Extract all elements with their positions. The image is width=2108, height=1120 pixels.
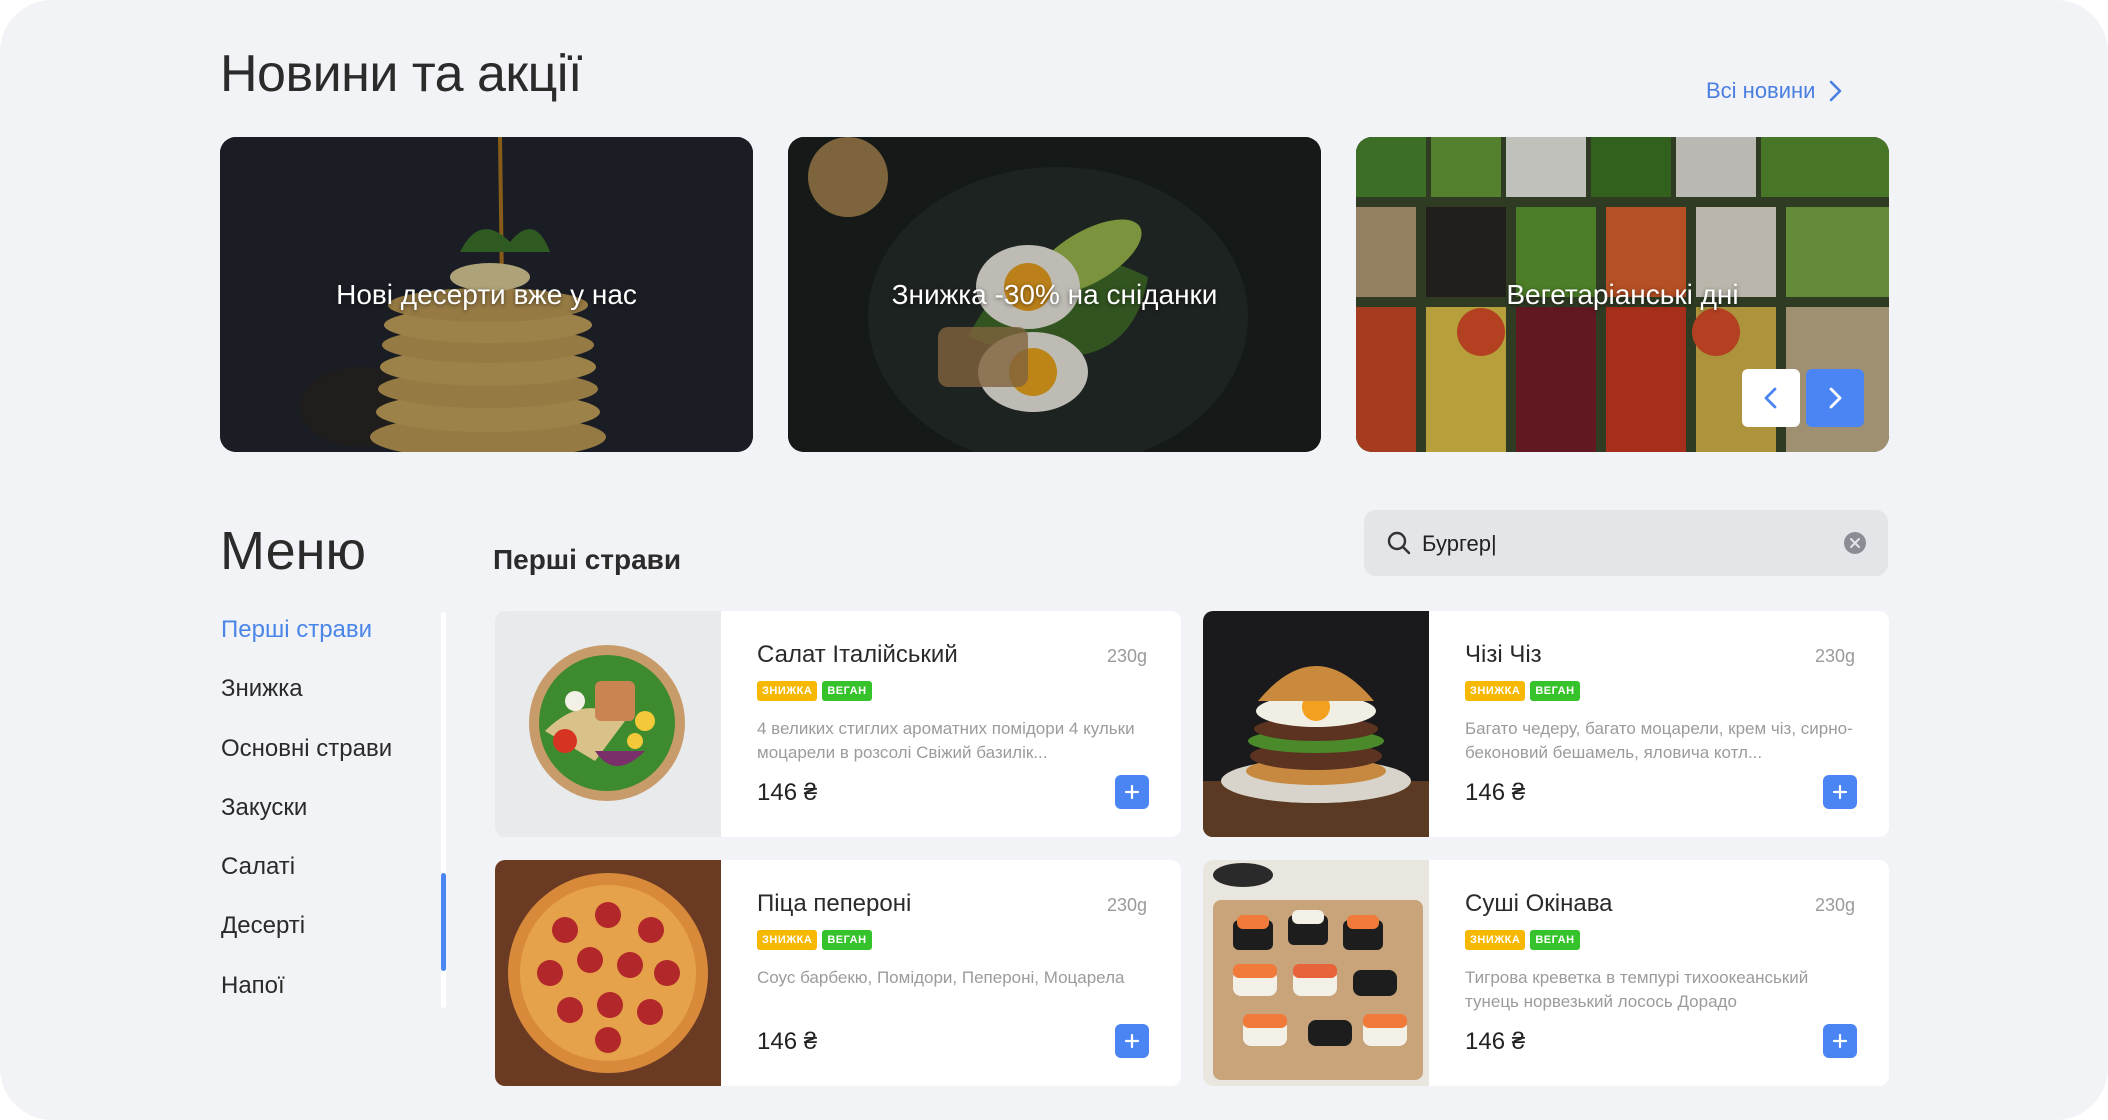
dish-description: Соус барбекю, Помідори, Пепероні, Моцаре… [757, 968, 1125, 987]
category-drinks[interactable]: Напої [221, 972, 285, 1000]
search-input[interactable] [1420, 524, 1824, 564]
dish-price: 146 ₴ [1465, 1028, 1526, 1055]
clear-icon [1850, 538, 1860, 548]
dish-name: Салат Італійський [757, 641, 958, 668]
tag-sale: ЗНИЖКА [757, 681, 818, 701]
promo-label: Нові десерти вже у нас [336, 278, 637, 310]
dish-tags: ЗНИЖКА ВЕГАН [1465, 930, 1580, 950]
dish-tags: ЗНИЖКА ВЕГАН [1465, 681, 1580, 701]
news-title: Новини та акції [220, 45, 582, 103]
promo-card-desserts[interactable]: Нові десерти вже у нас [220, 137, 753, 452]
dish-weight: 230g [1814, 646, 1855, 666]
add-to-cart-button[interactable] [1115, 775, 1149, 809]
dish-price: 146 ₴ [757, 779, 818, 806]
dish-price: 146 ₴ [757, 1028, 818, 1055]
section-title: Перші страви [493, 544, 682, 575]
dish-weight: 230g [1106, 895, 1147, 915]
menu-title: Меню [220, 521, 366, 581]
search-bar [1364, 510, 1888, 576]
dish-weight: 230g [1814, 895, 1855, 915]
plus-icon [1124, 1033, 1140, 1049]
app-frame: Новини та акції Всі новини Нові десерти … [0, 0, 2108, 1120]
dish-tags: ЗНИЖКА ВЕГАН [757, 681, 872, 701]
dish-description: 4 великих стиглих ароматних помідори 4 к… [757, 719, 1135, 762]
dish-image [495, 611, 721, 837]
dish-weight: 230g [1106, 646, 1147, 666]
category-desserts[interactable]: Десерті [221, 912, 305, 940]
carousel-prev-button[interactable] [1742, 369, 1800, 427]
tag-vegan: ВЕГАН [822, 930, 872, 950]
carousel-next-button[interactable] [1806, 369, 1864, 427]
tag-sale: ЗНИЖКА [757, 930, 818, 950]
tag-sale: ЗНИЖКА [1465, 930, 1526, 950]
dish-card[interactable]: Чізі Чіз 230g ЗНИЖКА ВЕГАН Багато чедеру… [1203, 611, 1889, 837]
dish-image [1203, 611, 1429, 837]
dish-image [495, 860, 721, 1086]
dish-tags: ЗНИЖКА ВЕГАН [757, 930, 872, 950]
dish-card[interactable]: Суші Окінава 230g ЗНИЖКА ВЕГАН Тигрова к… [1203, 860, 1889, 1086]
tag-vegan: ВЕГАН [822, 681, 872, 701]
dish-description: Тигрова креветка в темпурі тихоокеанськи… [1465, 968, 1809, 1011]
dish-name: Суші Окінава [1465, 890, 1613, 917]
category-scrollbar-thumb[interactable] [441, 873, 446, 971]
dish-image [1203, 860, 1429, 1086]
all-news-label: Всі новини [1706, 78, 1816, 103]
category-discount[interactable]: Знижка [221, 675, 303, 703]
chevron-right-icon [1829, 387, 1842, 409]
clear-search-button[interactable] [1844, 532, 1866, 554]
tag-vegan: ВЕГАН [1530, 930, 1580, 950]
tag-sale: ЗНИЖКА [1465, 681, 1526, 701]
plus-icon [1124, 784, 1140, 800]
chevron-left-icon [1764, 387, 1777, 409]
chevron-right-icon [1830, 80, 1842, 102]
dish-name: Піца пепероні [757, 890, 912, 917]
tag-vegan: ВЕГАН [1530, 681, 1580, 701]
promo-card-breakfast[interactable]: Знижка -30% на сніданки [788, 137, 1321, 452]
plus-icon [1832, 1033, 1848, 1049]
promo-label: Знижка -30% на сніданки [891, 278, 1218, 310]
dish-price: 146 ₴ [1465, 779, 1526, 806]
add-to-cart-button[interactable] [1115, 1024, 1149, 1058]
all-news-link[interactable]: Всі новини [1706, 78, 1845, 104]
dish-card[interactable]: Піца пепероні 230g ЗНИЖКА ВЕГАН Соус бар… [495, 860, 1181, 1086]
add-to-cart-button[interactable] [1823, 775, 1857, 809]
category-first-courses[interactable]: Перші страви [221, 616, 372, 644]
dish-description: Багато чедеру, багато моцарели, крем чіз… [1465, 719, 1853, 762]
plus-icon [1832, 784, 1848, 800]
category-main-courses[interactable]: Основні страви [221, 735, 392, 763]
add-to-cart-button[interactable] [1823, 1024, 1857, 1058]
dish-name: Чізі Чіз [1465, 641, 1542, 668]
category-salads[interactable]: Салаті [221, 853, 295, 881]
category-snacks[interactable]: Закуски [221, 794, 307, 822]
search-icon [1387, 531, 1411, 555]
dish-card[interactable]: Салат Італійський 230g ЗНИЖКА ВЕГАН 4 ве… [495, 611, 1181, 837]
